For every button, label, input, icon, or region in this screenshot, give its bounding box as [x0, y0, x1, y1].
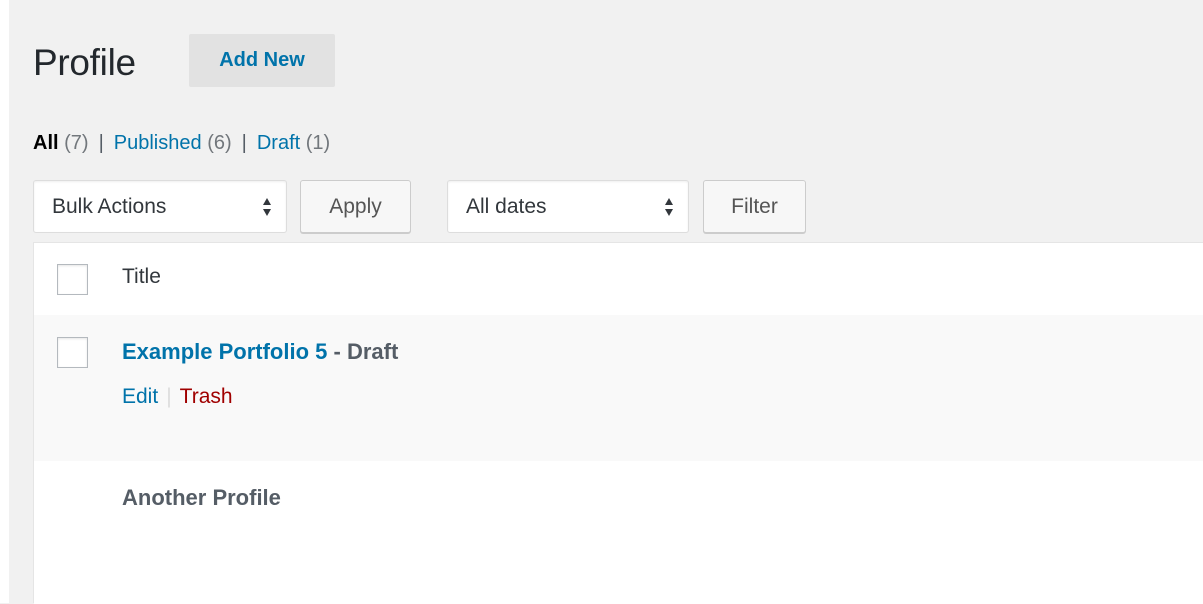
filter-button[interactable]: Filter — [703, 180, 806, 233]
add-new-button[interactable]: Add New — [189, 34, 335, 87]
posts-table: Title Example Portfolio 5 - Draft Edit | T… — [33, 242, 1203, 604]
column-title[interactable]: Title — [122, 265, 161, 289]
view-filters: All (7) | Published (6) | Draft (1) — [33, 132, 330, 155]
row-title: Example Portfolio 5 - Draft — [122, 339, 398, 365]
view-draft-label: Draft — [256, 132, 301, 154]
main-content: Profile Add New All (7) | Published (6) | Dr… — [33, 0, 1203, 604]
row-title-link[interactable]: Example Portfolio 5 — [122, 339, 327, 364]
view-separator: | — [98, 132, 104, 154]
dates-value: All dates — [466, 194, 547, 218]
select-all-checkbox[interactable] — [57, 264, 88, 295]
sort-arrows-icon — [263, 198, 271, 216]
sort-arrows-icon — [665, 198, 673, 216]
view-draft[interactable]: Draft (1) — [257, 132, 330, 154]
view-all-label: All — [33, 132, 59, 154]
table-row: Another Profile — [34, 461, 1203, 604]
view-published-label: Published — [113, 132, 202, 154]
bulk-actions-value: Bulk Actions — [52, 194, 167, 218]
view-all-count: (7) — [64, 132, 89, 154]
view-published-count: (6) — [207, 132, 232, 154]
page-title: Profile — [33, 42, 136, 83]
table-row: Example Portfolio 5 - Draft Edit | Trash — [34, 315, 1203, 461]
table-header: Title — [34, 243, 1203, 316]
row-actions: Edit | Trash — [122, 385, 233, 409]
view-all[interactable]: All (7) — [33, 132, 89, 154]
view-separator: | — [241, 132, 247, 154]
view-published[interactable]: Published (6) — [114, 132, 232, 154]
dates-select[interactable]: All dates — [447, 180, 689, 233]
edit-link[interactable]: Edit — [122, 385, 158, 408]
row-title[interactable]: Another Profile — [122, 485, 281, 511]
view-draft-count: (1) — [305, 132, 331, 154]
post-state: - Draft — [327, 339, 399, 364]
row-checkbox[interactable] — [57, 337, 88, 368]
bulk-actions-select[interactable]: Bulk Actions — [33, 180, 287, 233]
action-separator: | — [166, 385, 172, 408]
apply-button[interactable]: Apply — [300, 180, 411, 233]
trash-link[interactable]: Trash — [180, 385, 233, 408]
left-edge — [0, 0, 9, 603]
